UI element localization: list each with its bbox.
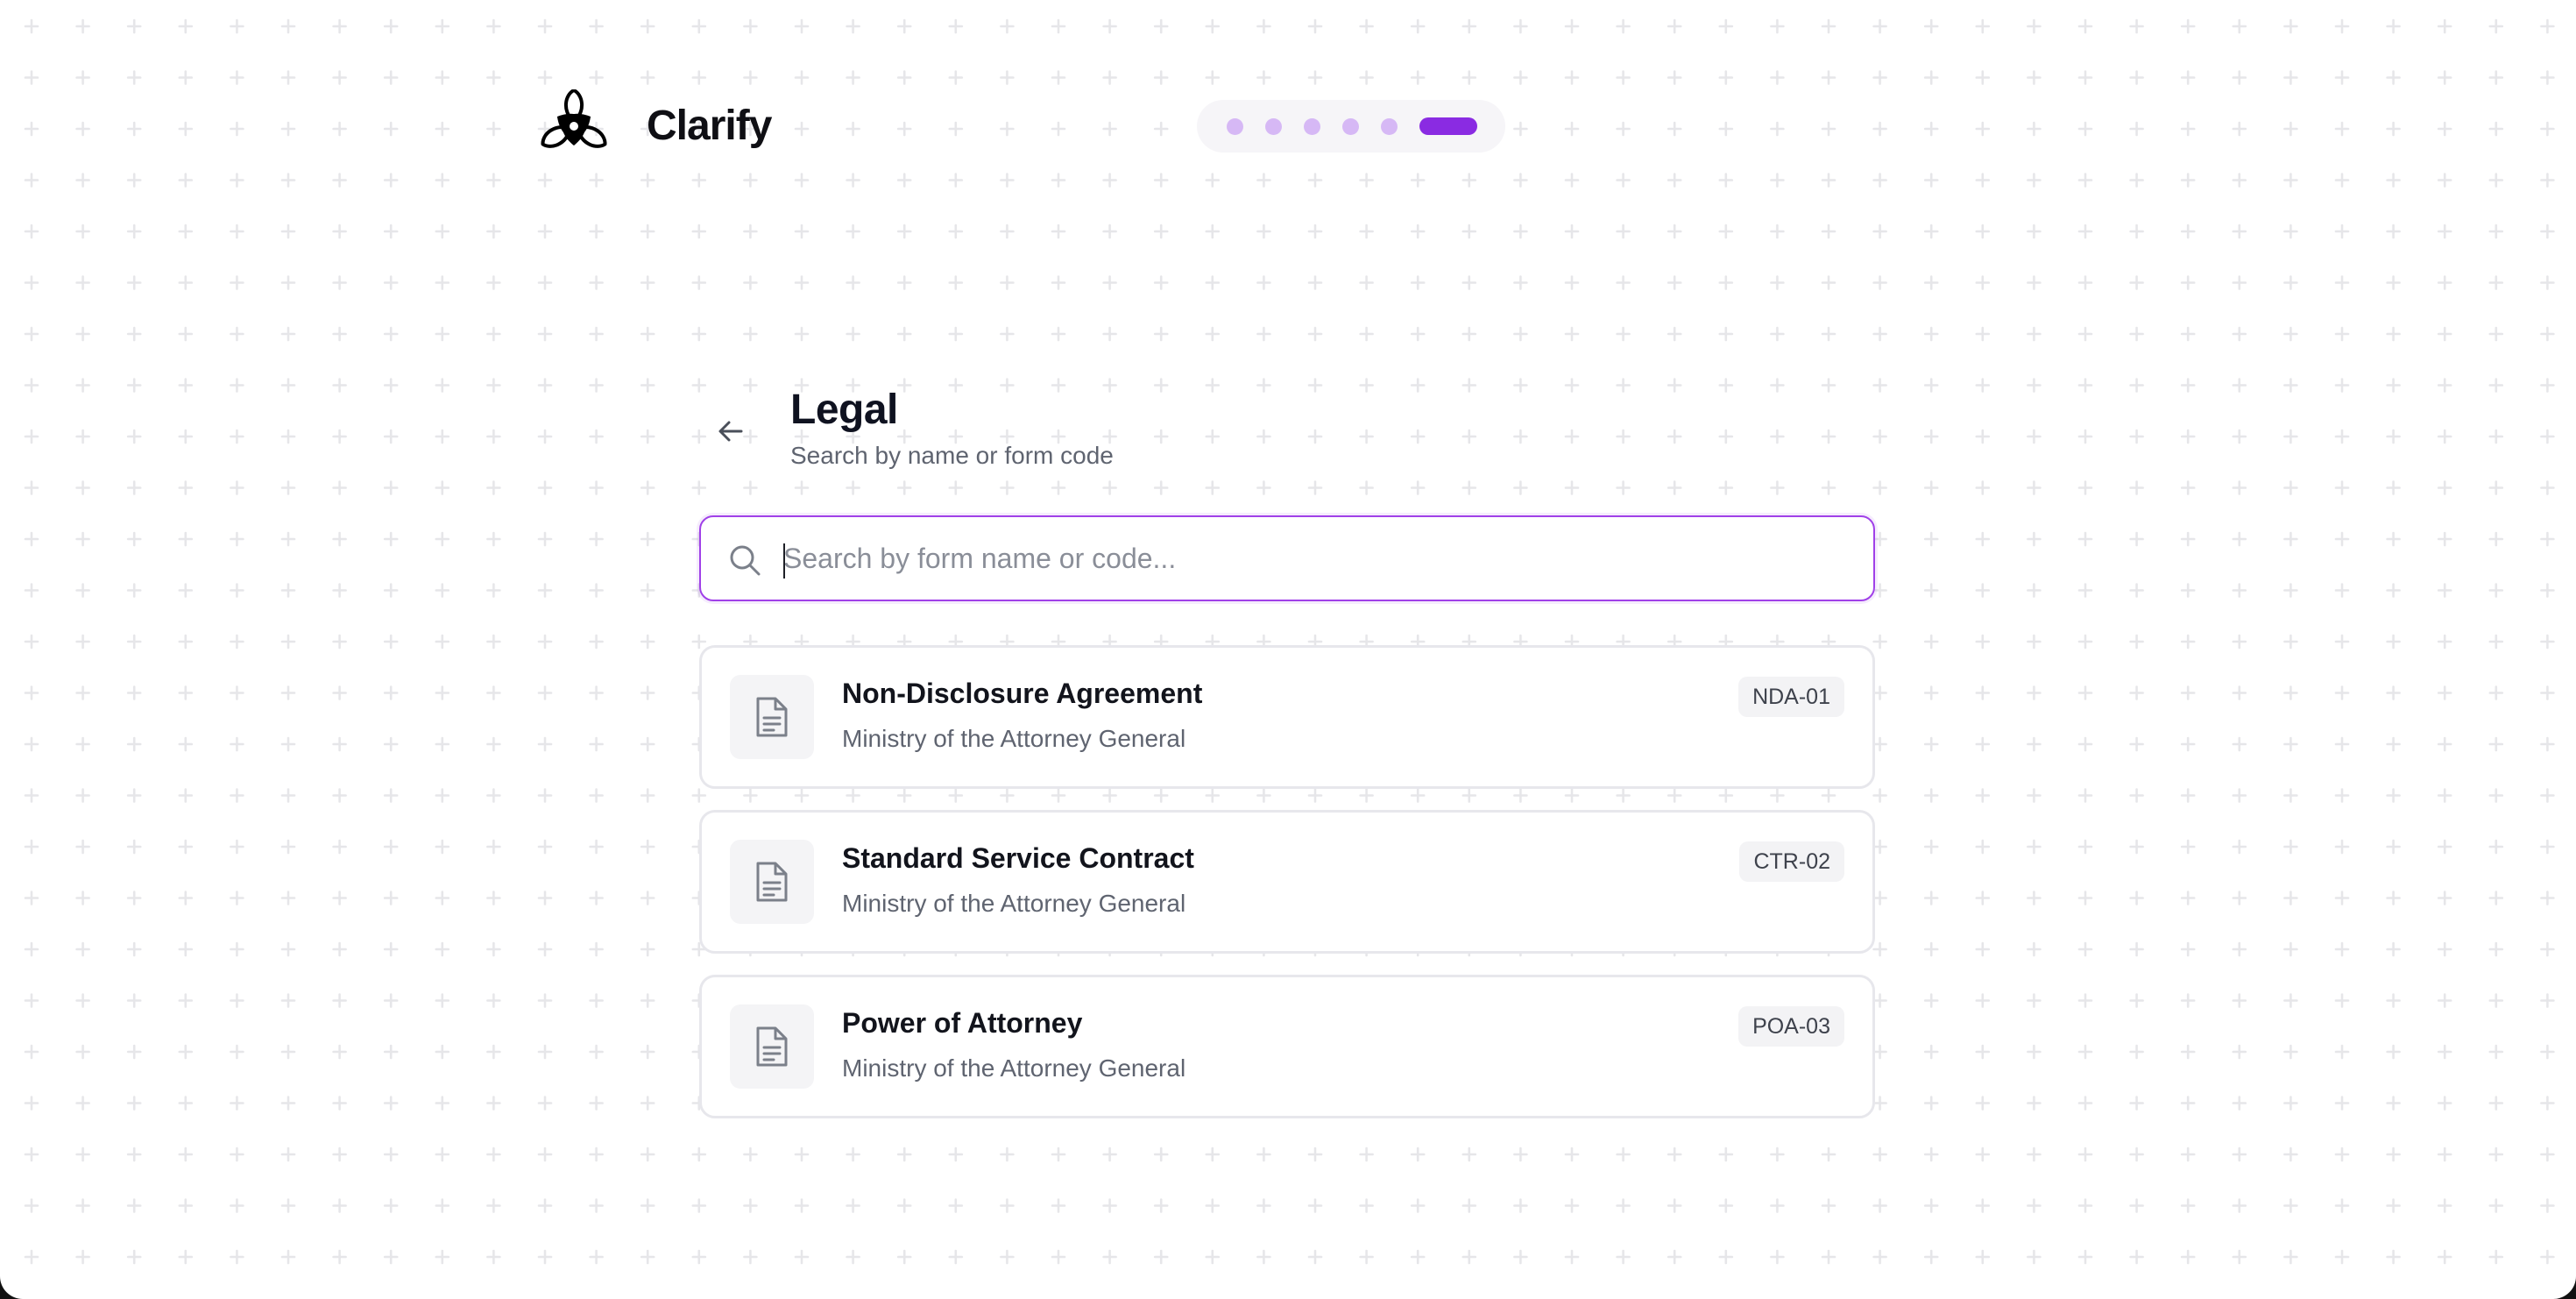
step-current-indicator — [1419, 117, 1477, 135]
page-title: Legal — [790, 387, 898, 433]
form-ministry: Ministry of the Attorney General — [842, 725, 1186, 752]
step-dot-1 — [1227, 118, 1243, 135]
form-ministry: Ministry of the Attorney General — [842, 1054, 1186, 1082]
page-subtitle: Search by name or form code — [790, 442, 1114, 469]
search-icon — [730, 545, 761, 576]
search-box[interactable] — [699, 515, 1875, 601]
form-card-ctr[interactable]: Standard Service Contract Ministry of th… — [699, 810, 1875, 954]
step-progress-indicator — [1197, 100, 1505, 153]
document-icon — [730, 1004, 814, 1089]
search-input[interactable] — [783, 531, 1844, 586]
flower-logo-icon — [541, 89, 607, 148]
form-title: Power of Attorney — [842, 1007, 1083, 1039]
text-caret — [783, 543, 785, 579]
arrow-left-icon — [718, 421, 743, 442]
app-window: Clarify Legal Search by name or form cod… — [0, 0, 2576, 1299]
document-icon — [730, 840, 814, 924]
back-button[interactable] — [704, 405, 757, 458]
form-title: Standard Service Contract — [842, 842, 1194, 874]
brand-name: Clarify — [647, 103, 772, 149]
step-dot-2 — [1265, 118, 1282, 135]
form-title: Non-Disclosure Agreement — [842, 678, 1203, 709]
document-icon — [730, 675, 814, 759]
form-code-badge: NDA-01 — [1738, 677, 1844, 717]
form-code-badge: CTR-02 — [1739, 841, 1844, 882]
form-card-nda[interactable]: Non-Disclosure Agreement Ministry of the… — [699, 645, 1875, 789]
step-dot-4 — [1342, 118, 1359, 135]
form-code-badge: POA-03 — [1738, 1006, 1844, 1047]
step-dot-5 — [1381, 118, 1398, 135]
step-dot-3 — [1304, 118, 1320, 135]
form-ministry: Ministry of the Attorney General — [842, 890, 1186, 917]
form-card-poa[interactable]: Power of Attorney Ministry of the Attorn… — [699, 975, 1875, 1118]
